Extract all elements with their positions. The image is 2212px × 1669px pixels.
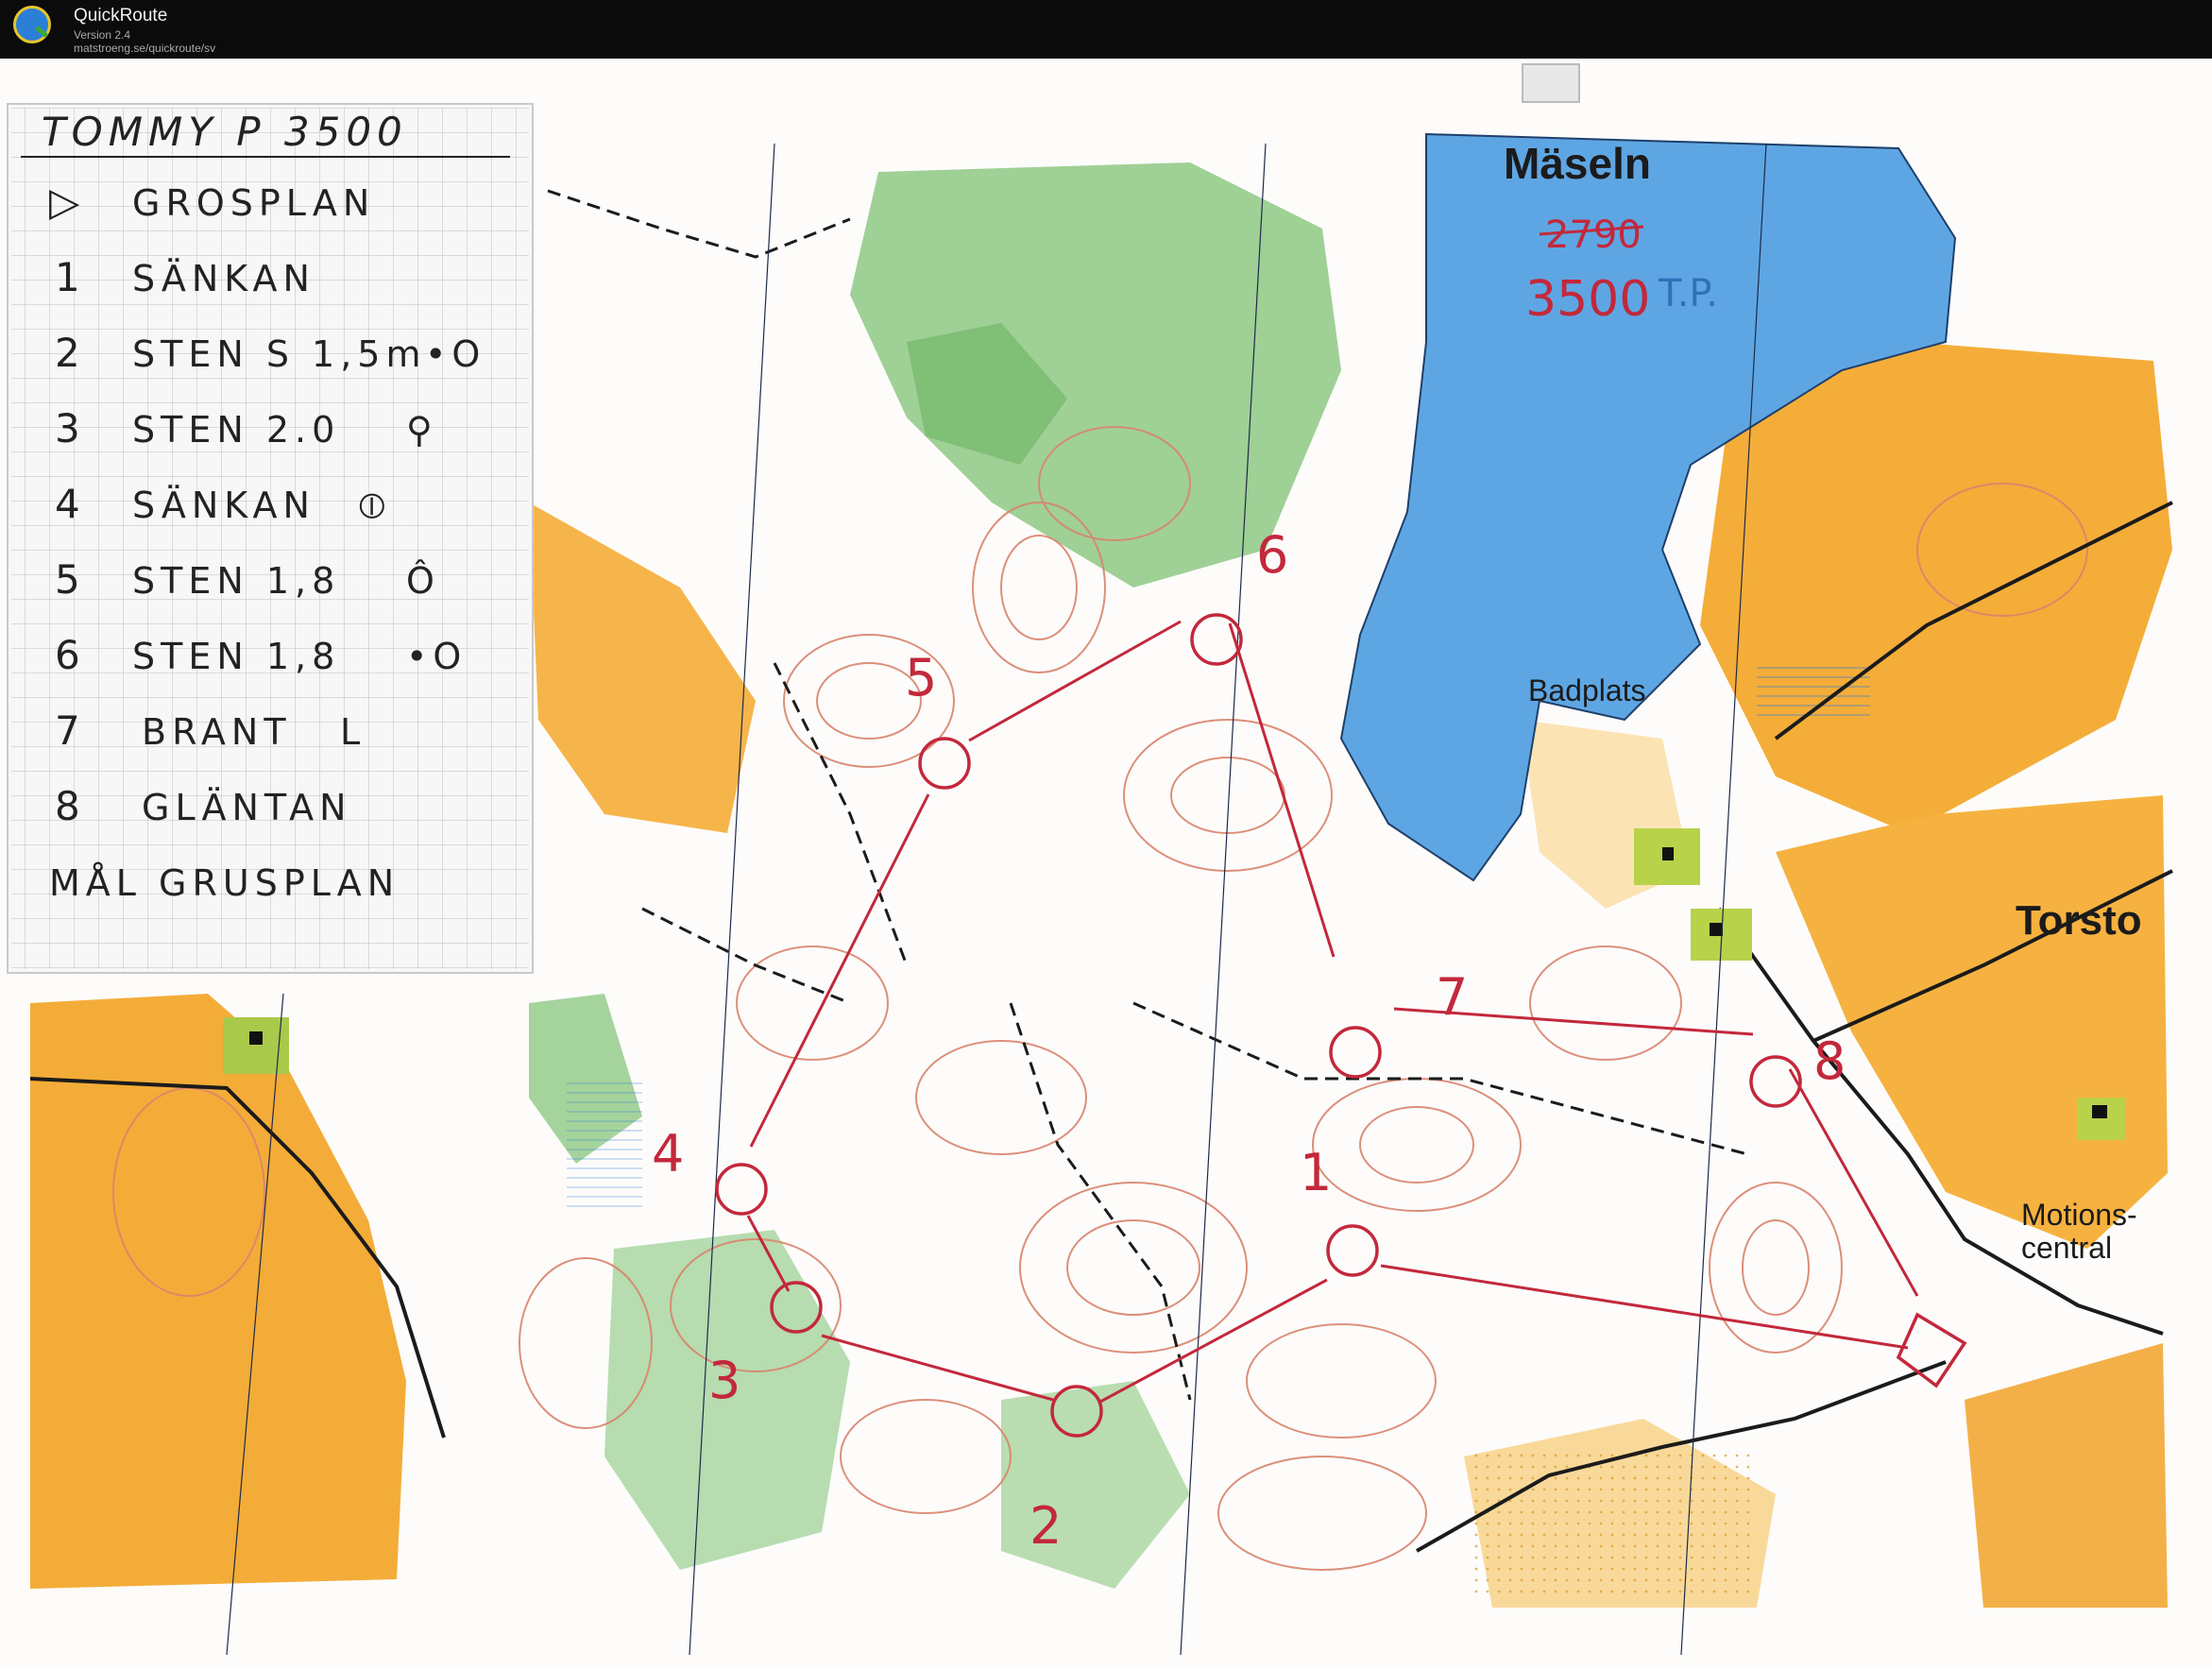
control-number-6: 6	[1256, 525, 1288, 585]
map-canvas[interactable]: 1 2 3 4 5 6 7 8 Mäseln Badplats Torsto M…	[0, 59, 2212, 1669]
control-number-1: 1	[1300, 1143, 1332, 1202]
card-row-1-num: 1	[55, 254, 86, 300]
control-number-4: 4	[652, 1124, 684, 1184]
card-row-7-sym: L	[340, 711, 366, 753]
card-row-1-text: SÄNKAN	[132, 258, 315, 299]
card-row-7-num: 7	[55, 707, 86, 754]
badplats-label: Badplats	[1528, 673, 1646, 707]
card-row-4-text: SÄNKAN	[132, 485, 315, 526]
card-row-5-text: STEN 1,8	[132, 560, 340, 602]
control-number-8: 8	[1813, 1031, 1846, 1091]
app-url: matstroeng.se/quickroute/sv	[74, 42, 216, 55]
card-row-5-sym: Ô	[406, 560, 440, 602]
old-course-length: 2790	[1545, 213, 1642, 257]
card-row-0-text: GROSPLAN	[132, 182, 375, 224]
card-row-3-sym: ⚲	[406, 409, 438, 451]
title-bar: QuickRoute Version 2.4 matstroeng.se/qui…	[0, 0, 2212, 59]
card-row-6-num: 6	[55, 632, 86, 678]
app-name: QuickRoute	[74, 6, 168, 26]
card-footer: MÅL GRUSPLAN	[49, 862, 400, 904]
card-row-6-sym: •O	[406, 636, 467, 677]
control-number-3: 3	[708, 1351, 740, 1410]
orienteering-map[interactable]: 1 2 3 4 5 6 7 8 Mäseln Badplats Torsto M…	[0, 59, 2212, 1669]
control-number-2: 2	[1029, 1496, 1062, 1556]
card-row-6-text: STEN 1,8	[132, 636, 340, 677]
quickroute-logo-icon	[13, 6, 51, 43]
card-row-8-num: 8	[55, 783, 86, 829]
app-version: Version 2.4	[74, 28, 131, 42]
initials: T.P.	[1658, 272, 1718, 315]
new-course-length: 3500	[1525, 271, 1650, 328]
card-row-0-num: ▷	[49, 179, 85, 225]
control-number-7: 7	[1436, 967, 1468, 1027]
card-row-4-sym: ⦶	[359, 485, 391, 526]
card-row-8-text: GLÄNTAN	[142, 787, 352, 828]
lake-name-label: Mäseln	[1504, 139, 1651, 188]
motionscentral-label-1: Motions-	[2021, 1198, 2137, 1232]
card-row-2-sym: •O	[425, 333, 485, 375]
marsh-west	[567, 1079, 642, 1211]
torsto-label: Torsto	[2016, 897, 2142, 944]
semi-open-dots-south	[1473, 1447, 1757, 1598]
control-card-grid	[11, 108, 529, 969]
card-row-4-num: 4	[55, 481, 86, 527]
control-number-5: 5	[905, 648, 937, 707]
card-row-7-text: BRANT	[142, 711, 292, 753]
card-row-2-text: STEN S 1,5m	[132, 333, 427, 375]
paper-clip-mark	[1522, 63, 1580, 103]
card-row-3-text: STEN 2.0	[132, 409, 340, 451]
card-row-5-num: 5	[55, 556, 86, 603]
card-row-2-num: 2	[55, 330, 86, 376]
card-row-3-num: 3	[55, 405, 86, 451]
motionscentral-label-2: central	[2021, 1231, 2112, 1265]
card-header: TOMMY P 3500	[42, 109, 408, 155]
